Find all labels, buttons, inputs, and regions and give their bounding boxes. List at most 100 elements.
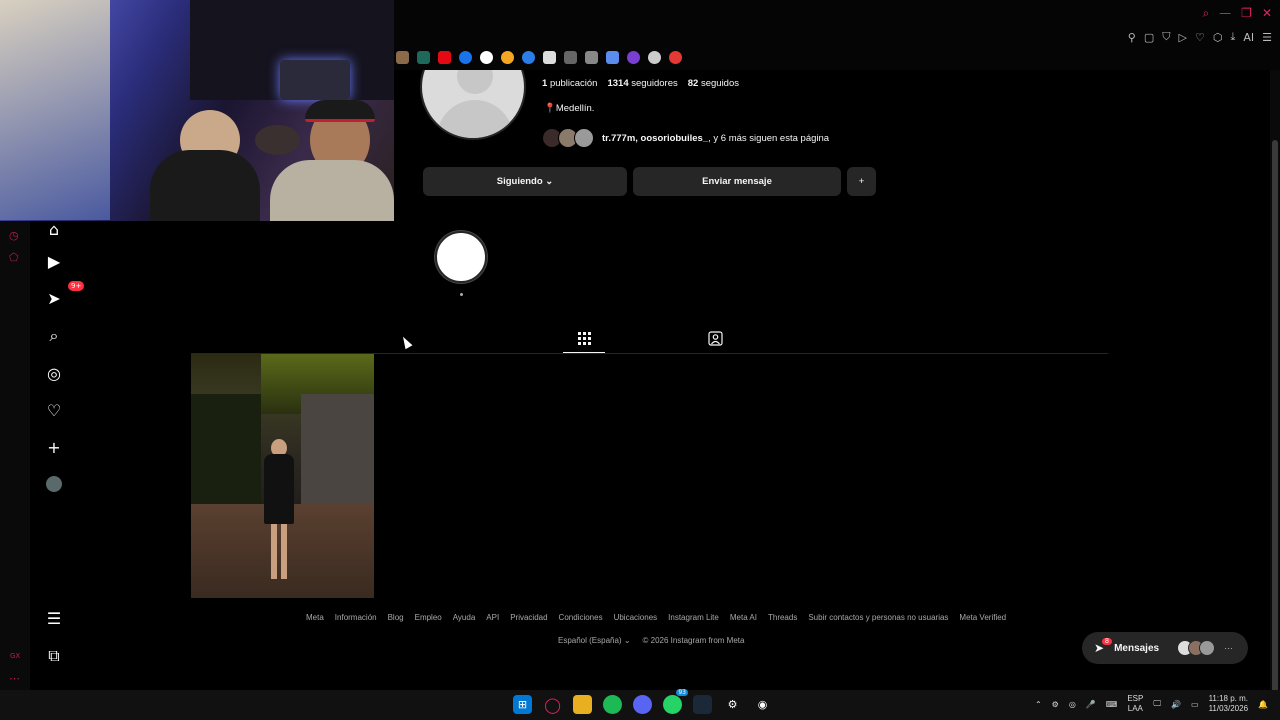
window-controls: ⌕ — ❐ ✕: [1202, 6, 1272, 21]
add-user-button[interactable]: +: [847, 167, 876, 196]
language-select[interactable]: Español (España) ⌄: [558, 636, 631, 645]
home-icon[interactable]: ⌂: [44, 219, 64, 239]
keyboard-icon[interactable]: ⌨: [1106, 700, 1118, 709]
bookmark-icon[interactable]: [459, 51, 472, 64]
bookmark-icon[interactable]: [396, 51, 409, 64]
messages-badge: 8: [1102, 638, 1112, 645]
footer-link[interactable]: Ubicaciones: [614, 613, 658, 622]
volume-icon[interactable]: 🔊: [1171, 700, 1181, 709]
spotify-icon[interactable]: [603, 695, 622, 714]
messages-pill[interactable]: ➤ 8 Mensajes ···: [1082, 632, 1248, 664]
clock[interactable]: 11:18 p. m. 11/03/2026: [1209, 694, 1248, 714]
more-icon[interactable]: ⋯: [9, 672, 20, 685]
pin-icon[interactable]: ⚲: [1128, 31, 1136, 44]
create-icon[interactable]: +: [44, 437, 64, 457]
settings-icon[interactable]: ⚙: [723, 695, 742, 714]
system-tray: ⌃ ⚙ ◎ 🎤 ⌨ ESP LAA 🖵 🔊 ▭ 11:18 p. m. 11/03/…: [1035, 694, 1268, 714]
opera-gx-icon[interactable]: ◯: [543, 695, 562, 714]
tray-icon[interactable]: ◎: [1069, 700, 1076, 709]
followed-by[interactable]: tr.777m, oosoriobuiles_, y 6 más siguen …: [542, 128, 829, 148]
ai-icon[interactable]: AI: [1243, 31, 1254, 44]
post-thumbnail[interactable]: [191, 354, 374, 598]
bookmark-icon[interactable]: [606, 51, 619, 64]
search-icon[interactable]: ⌕: [44, 326, 64, 346]
opera-gx-icon[interactable]: GX: [10, 652, 20, 660]
discord-icon[interactable]: [633, 695, 652, 714]
bookmark-icon[interactable]: [585, 51, 598, 64]
bookmark-icon[interactable]: [627, 51, 640, 64]
download-icon[interactable]: ⤓: [1230, 30, 1235, 44]
footer-link[interactable]: Empleo: [415, 613, 442, 622]
document-icon[interactable]: [543, 51, 556, 64]
whatsapp-icon[interactable]: 93: [663, 689, 688, 714]
posts-stat[interactable]: 1 publicación: [542, 78, 597, 89]
footer-link[interactable]: Meta: [306, 613, 324, 622]
scroll-thumb[interactable]: [1272, 140, 1278, 720]
footer-link[interactable]: Información: [335, 613, 377, 622]
footer-link[interactable]: Threads: [768, 613, 797, 622]
bookmark-icon[interactable]: [669, 51, 682, 64]
menu-icon[interactable]: ☰: [1262, 31, 1272, 44]
obs-icon[interactable]: ◉: [753, 695, 772, 714]
profile-avatar[interactable]: [44, 474, 64, 494]
footer-link[interactable]: Subir contactos y personas no usuarias: [808, 613, 948, 622]
windows-start-icon[interactable]: ⊞: [513, 695, 532, 714]
scrollbar[interactable]: [1270, 70, 1280, 720]
flow-icon[interactable]: ⬠: [9, 251, 19, 264]
footer-links: Meta Información Blog Empleo Ayuda API P…: [306, 613, 1006, 622]
bookmark-icon[interactable]: [501, 51, 514, 64]
tab-tagged[interactable]: [706, 329, 724, 347]
taskbar-apps: ⊞ ◯ 93 ⚙ ◉: [513, 689, 772, 714]
messages-icon[interactable]: ➤ 9+: [44, 281, 85, 308]
bookmark-icon[interactable]: [522, 51, 535, 64]
more-menu-icon[interactable]: ☰: [44, 608, 64, 628]
network-icon[interactable]: 🖵: [1153, 699, 1161, 709]
tagged-icon: [707, 330, 723, 346]
footer-link[interactable]: API: [486, 613, 499, 622]
person-back: [255, 125, 300, 155]
footer-link[interactable]: Meta AI: [730, 613, 757, 622]
following-button[interactable]: Siguiendo ⌄: [423, 167, 627, 196]
footer-link[interactable]: Instagram Lite: [668, 613, 719, 622]
search-icon[interactable]: ⌕: [1202, 6, 1209, 21]
tray-icon[interactable]: ⚙: [1052, 700, 1059, 709]
google-icon[interactable]: [480, 51, 493, 64]
microphone-icon[interactable]: 🎤: [1086, 700, 1096, 709]
story-highlight[interactable]: [435, 231, 487, 283]
following-stat[interactable]: 82 seguidos: [688, 78, 739, 89]
bookmark-icon[interactable]: [417, 51, 430, 64]
minimize-icon[interactable]: —: [1219, 6, 1231, 21]
file-explorer-icon[interactable]: [573, 695, 592, 714]
send-message-button[interactable]: Enviar mensaje: [633, 167, 841, 196]
battery-icon[interactable]: ▭: [1191, 700, 1199, 709]
close-icon[interactable]: ✕: [1262, 6, 1272, 21]
snapshot-icon[interactable]: ▢: [1144, 31, 1154, 44]
footer-link[interactable]: Condiciones: [559, 613, 603, 622]
reels-icon[interactable]: ▶: [44, 251, 64, 271]
netflix-icon[interactable]: [438, 51, 451, 64]
explore-icon[interactable]: ◎: [44, 363, 64, 383]
chevron-up-icon[interactable]: ⌃: [1035, 700, 1042, 709]
restore-icon[interactable]: ❐: [1241, 6, 1252, 21]
profile-picture[interactable]: [420, 70, 526, 140]
shield-icon[interactable]: ⛉: [1162, 30, 1170, 44]
apps-icon[interactable]: ⧉: [44, 646, 64, 666]
footer-link[interactable]: Ayuda: [453, 613, 476, 622]
footer-link[interactable]: Blog: [388, 613, 404, 622]
history-icon[interactable]: ◷: [9, 229, 19, 242]
tab-posts[interactable]: [575, 329, 593, 347]
steam-icon[interactable]: [693, 695, 712, 714]
anchor-icon[interactable]: [648, 51, 661, 64]
woman-body: [264, 454, 294, 524]
play-icon[interactable]: ▷: [1179, 31, 1187, 44]
link-icon[interactable]: [564, 51, 577, 64]
followers-stat[interactable]: 1314 seguidores: [607, 78, 677, 89]
footer-link[interactable]: Privacidad: [510, 613, 547, 622]
heart-icon[interactable]: ♡: [44, 400, 64, 420]
notifications-icon[interactable]: 🔔: [1258, 700, 1268, 709]
footer-link[interactable]: Meta Verified: [959, 613, 1006, 622]
language-indicator[interactable]: ESP LAA: [1127, 694, 1143, 714]
extensions-icon[interactable]: ⬡: [1213, 31, 1223, 44]
avatar-head: [457, 70, 493, 94]
heart-icon[interactable]: ♡: [1195, 31, 1205, 44]
